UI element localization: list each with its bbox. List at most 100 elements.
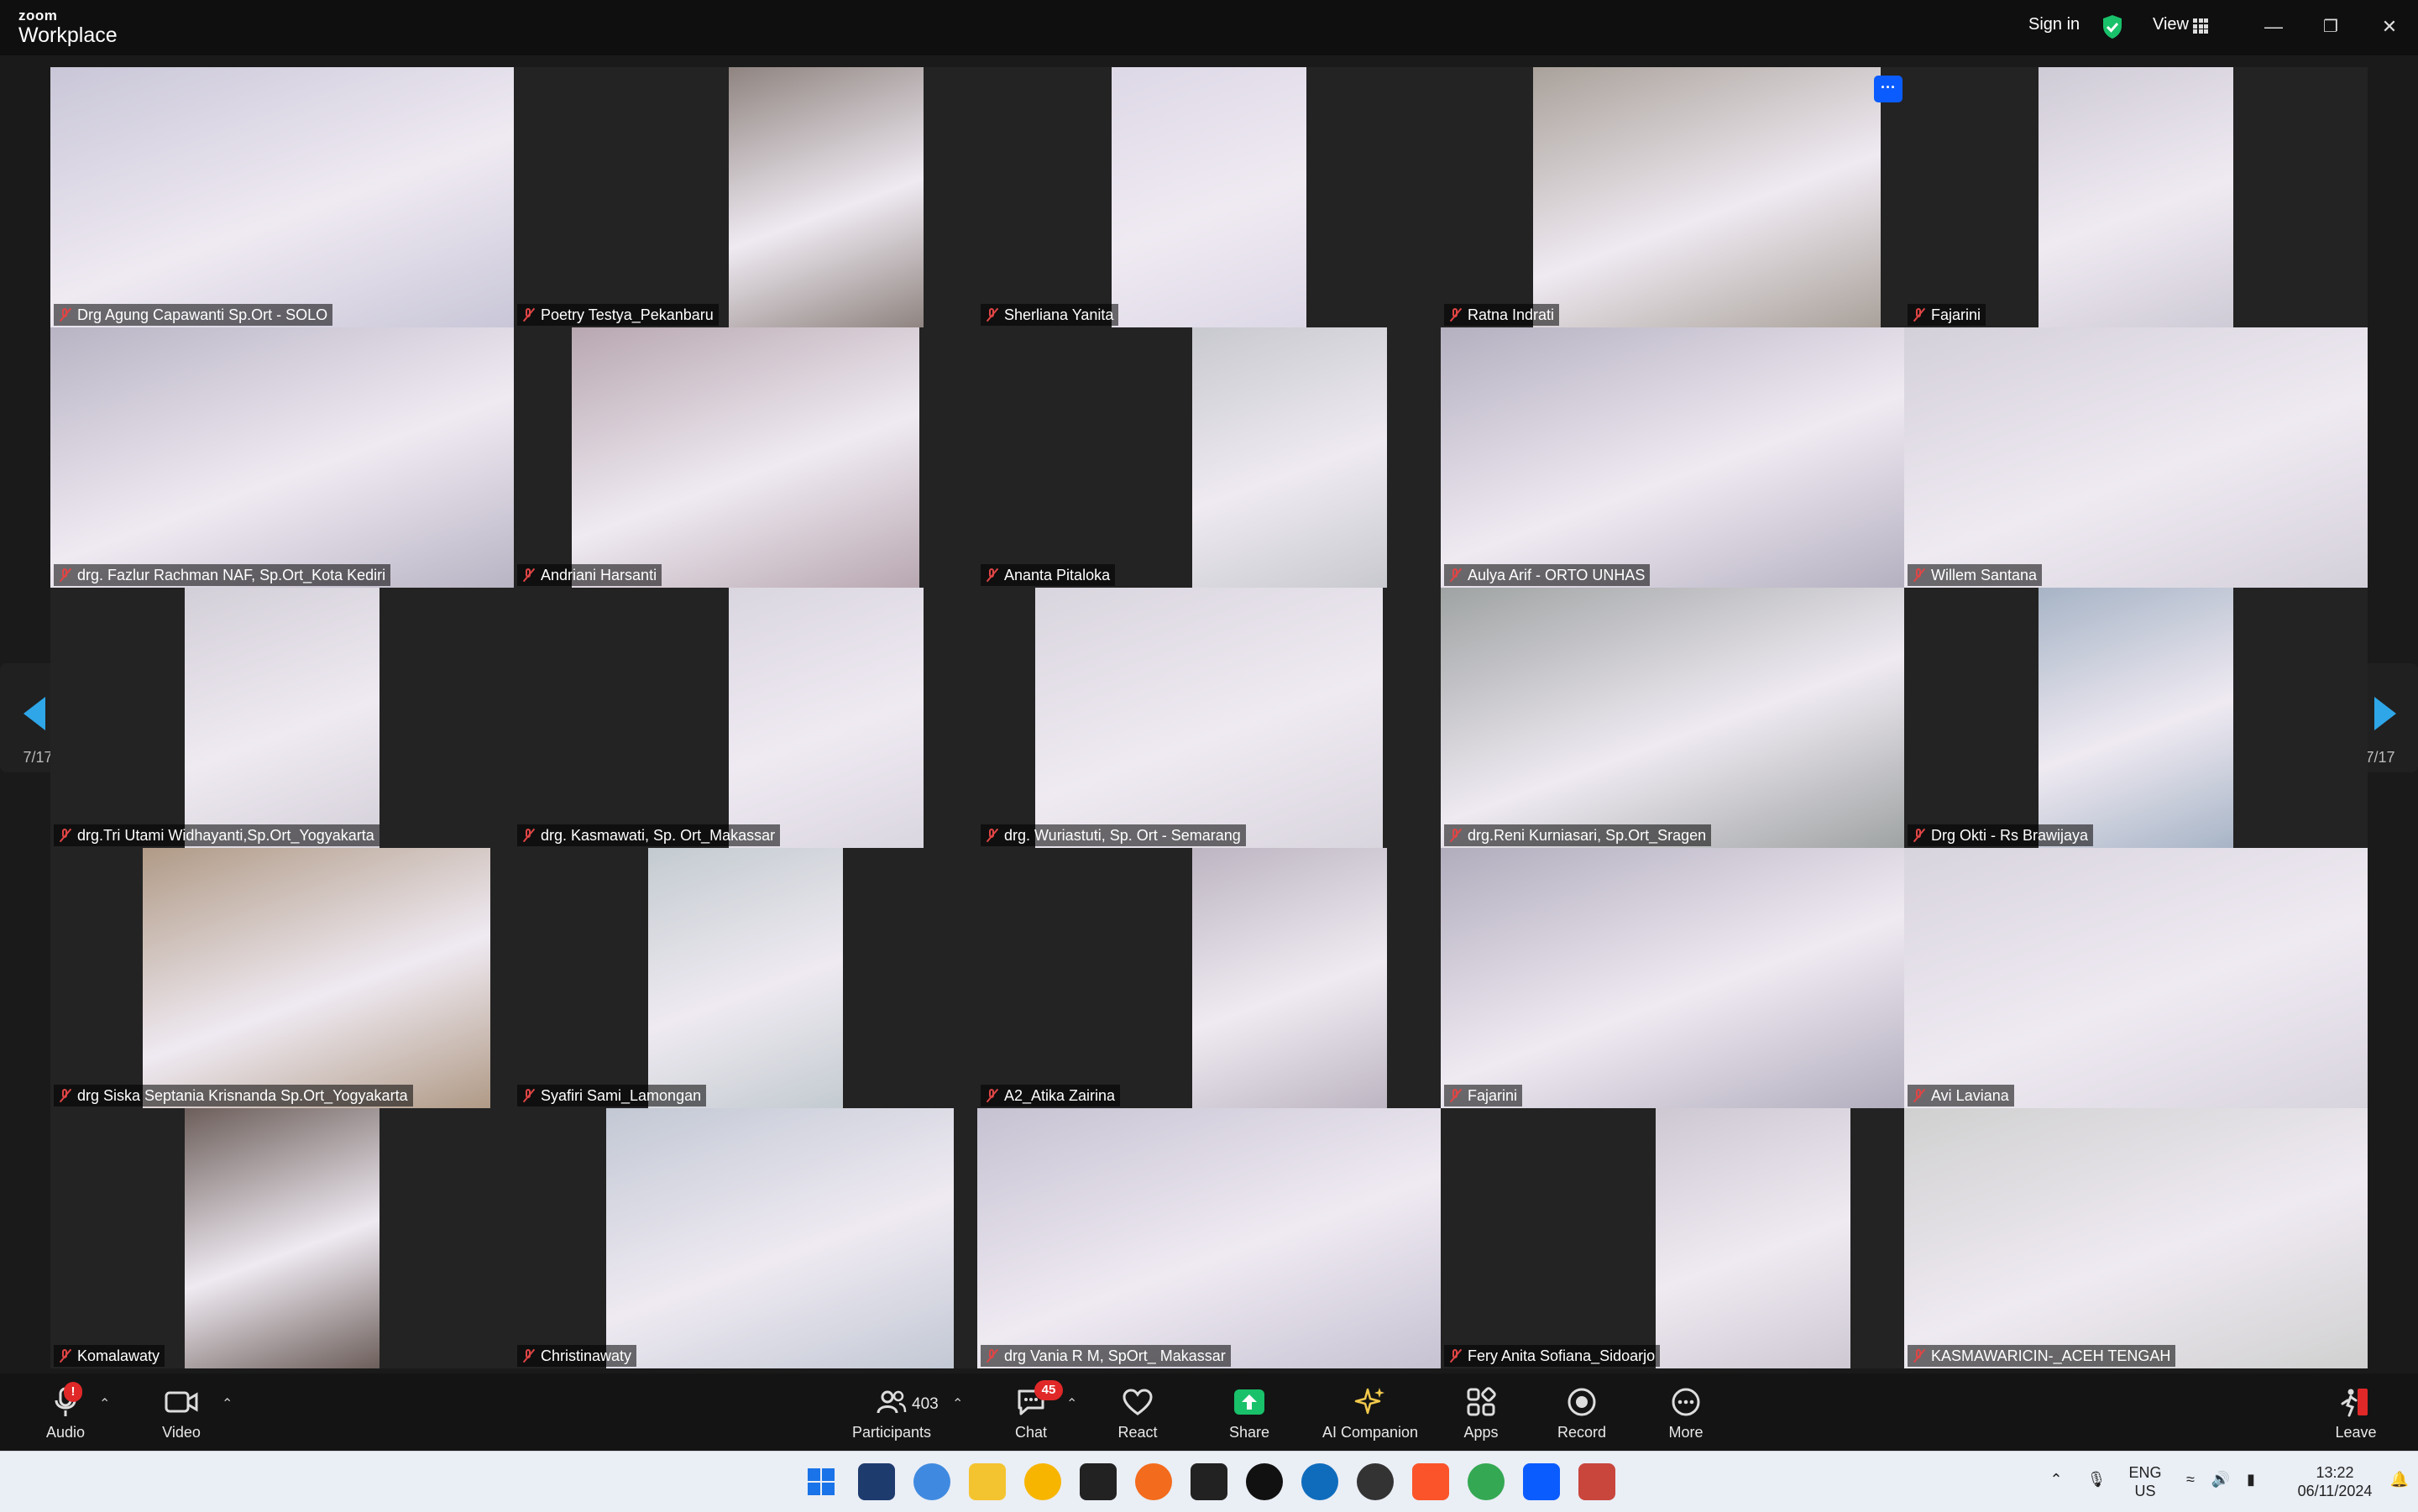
participant-name: Christinawaty bbox=[541, 1347, 632, 1364]
more-button[interactable]: More bbox=[1627, 1385, 1745, 1441]
participant-tile[interactable]: Sherliana Yanita bbox=[977, 67, 1441, 327]
participant-tile[interactable]: A2_Atika Zairina bbox=[977, 848, 1441, 1108]
chrome-icon[interactable] bbox=[1468, 1463, 1505, 1500]
record-button[interactable]: Record bbox=[1523, 1385, 1641, 1441]
participant-tile[interactable]: drg.Tri Utami Widhayanti,Sp.Ort_Yogyakar… bbox=[50, 588, 514, 848]
participant-video bbox=[1441, 327, 1904, 588]
participant-tile[interactable]: Ratna Indrati bbox=[1441, 67, 1904, 327]
participant-tile[interactable]: Drg Okti - Rs Brawijaya bbox=[1904, 588, 2368, 848]
participant-tile[interactable]: Avi Laviana bbox=[1904, 848, 2368, 1108]
share-screen-button[interactable]: Share bbox=[1191, 1385, 1308, 1441]
meeting-toolbar: Audio ! ⌃ Video ⌃ Participants 403 ⌃ Cha… bbox=[0, 1373, 2418, 1451]
participant-tile[interactable]: Komalawaty bbox=[50, 1108, 514, 1368]
clock[interactable]: 13:22 06/11/2024 bbox=[2289, 1463, 2381, 1500]
chat-unread-badge: 45 bbox=[1034, 1380, 1063, 1400]
drive-app-icon[interactable] bbox=[1024, 1463, 1061, 1500]
onedrive-icon[interactable] bbox=[1301, 1463, 1338, 1500]
shield-icon[interactable] bbox=[2101, 14, 2123, 39]
muted-mic-icon bbox=[521, 1348, 536, 1363]
more-label: More bbox=[1668, 1424, 1704, 1441]
capcut-second-icon[interactable] bbox=[1191, 1463, 1227, 1500]
minimize-icon[interactable]: — bbox=[2257, 12, 2290, 42]
apps-button[interactable]: Apps bbox=[1422, 1385, 1540, 1441]
participant-name: Andriani Harsanti bbox=[541, 567, 657, 583]
tiktok-icon[interactable] bbox=[1246, 1463, 1283, 1500]
chatgpt-icon[interactable] bbox=[1357, 1463, 1394, 1500]
keyboard-region: US bbox=[2134, 1483, 2156, 1499]
language-indicator[interactable]: ENG US bbox=[2124, 1463, 2166, 1500]
capcut-app-icon[interactable] bbox=[1080, 1463, 1117, 1500]
video-button[interactable]: Video bbox=[123, 1385, 240, 1441]
canva-app-icon[interactable] bbox=[913, 1463, 950, 1500]
participant-video bbox=[50, 67, 514, 327]
brave-icon[interactable] bbox=[1412, 1463, 1449, 1500]
firefox-icon[interactable] bbox=[1135, 1463, 1172, 1500]
grid-view-icon[interactable] bbox=[2193, 18, 2208, 34]
participant-tile[interactable]: drg. Wuriastuti, Sp. Ort - Semarang bbox=[977, 588, 1441, 848]
muted-mic-icon bbox=[984, 828, 999, 843]
participant-tile[interactable]: Drg Agung Capawanti Sp.Ort - SOLO bbox=[50, 67, 514, 327]
participant-video bbox=[1904, 1108, 2368, 1368]
file-explorer-icon[interactable] bbox=[969, 1463, 1006, 1500]
tray-expand-chevron-icon[interactable]: ⌃ bbox=[2045, 1470, 2067, 1488]
participant-tile[interactable]: Fajarini bbox=[1904, 67, 2368, 327]
participant-tile[interactable]: Syafiri Sami_Lamongan bbox=[514, 848, 977, 1108]
zoom-app-icon[interactable] bbox=[1523, 1463, 1560, 1500]
participant-tile[interactable]: KASMAWARICIN-_ACEH TENGAH bbox=[1904, 1108, 2368, 1368]
participant-name-tag: Syafiri Sami_Lamongan bbox=[517, 1085, 707, 1107]
close-icon[interactable]: ✕ bbox=[2373, 12, 2406, 42]
record-label: Record bbox=[1557, 1424, 1607, 1441]
participant-name: drg Vania R M, SpOrt_ Makassar bbox=[1004, 1347, 1226, 1364]
volume-icon[interactable]: 🔊 bbox=[2210, 1470, 2232, 1488]
participant-tile[interactable]: Poetry Testya_Pekanbaru bbox=[514, 67, 977, 327]
windows-start-icon[interactable] bbox=[803, 1463, 840, 1500]
participant-name: Sherliana Yanita bbox=[1004, 306, 1114, 323]
participant-name: Aulya Arif - ORTO UNHAS bbox=[1468, 567, 1646, 583]
leave-button[interactable]: Leave bbox=[2297, 1385, 2415, 1441]
arrow-right-icon bbox=[2374, 697, 2396, 730]
sign-in-link[interactable]: Sign in bbox=[2028, 15, 2080, 34]
title-bar: zoom Workplace Sign in View — ❐ ✕ bbox=[0, 0, 2418, 55]
participant-tile[interactable]: Christinawaty bbox=[514, 1108, 977, 1368]
battery-icon[interactable]: ▮ bbox=[2240, 1470, 2262, 1488]
chat-button[interactable]: Chat bbox=[972, 1385, 1090, 1441]
participant-tile[interactable]: drg.Reni Kurniasari, Sp.Ort_Sragen bbox=[1441, 588, 1904, 848]
wifi-icon[interactable]: ≈ bbox=[2180, 1470, 2201, 1488]
participant-tile[interactable]: drg. Kasmawati, Sp. Ort_Makassar bbox=[514, 588, 977, 848]
participant-name: Drg Okti - Rs Brawijaya bbox=[1931, 827, 2089, 844]
participant-video bbox=[185, 1108, 379, 1368]
participant-video bbox=[2039, 588, 2233, 848]
participant-tile[interactable]: Ananta Pitaloka bbox=[977, 327, 1441, 588]
tile-options-button[interactable]: ··· bbox=[1874, 76, 1902, 102]
video-label: Video bbox=[162, 1424, 201, 1441]
react-button[interactable]: React bbox=[1079, 1385, 1196, 1441]
participant-name-tag: Andriani Harsanti bbox=[517, 564, 662, 586]
participant-tile[interactable]: Aulya Arif - ORTO UNHAS bbox=[1441, 327, 1904, 588]
participant-name: drg. Wuriastuti, Sp. Ort - Semarang bbox=[1004, 827, 1241, 844]
participant-tile[interactable]: Willem Santana bbox=[1904, 327, 2368, 588]
participant-video bbox=[1904, 327, 2368, 588]
ai-companion-button[interactable]: AI Companion bbox=[1311, 1385, 1429, 1441]
video-options-chevron-icon[interactable]: ⌃ bbox=[222, 1395, 233, 1412]
participant-tile[interactable]: Andriani Harsanti bbox=[514, 327, 977, 588]
participant-tile[interactable]: drg. Fazlur Rachman NAF, Sp.Ort_Kota Ked… bbox=[50, 327, 514, 588]
restore-icon[interactable]: ❐ bbox=[2314, 12, 2347, 42]
tray-mic-icon[interactable]: 🎙 bbox=[2086, 1470, 2107, 1488]
muted-mic-icon bbox=[521, 307, 536, 322]
screen-recorder-icon[interactable] bbox=[1578, 1463, 1615, 1500]
leave-label: Leave bbox=[2335, 1424, 2377, 1441]
participant-tile[interactable]: drg Vania R M, SpOrt_ Makassar bbox=[977, 1108, 1441, 1368]
audio-options-chevron-icon[interactable]: ⌃ bbox=[99, 1395, 110, 1412]
view-menu-button[interactable]: View bbox=[2153, 15, 2189, 34]
widgets-app-icon[interactable] bbox=[858, 1463, 895, 1500]
notification-bell-icon[interactable]: 🔔 bbox=[2389, 1470, 2410, 1488]
chat-chevron-icon[interactable]: ⌃ bbox=[1066, 1395, 1077, 1412]
participant-tile[interactable]: drg Siska Septania Krisnanda Sp.Ort_Yogy… bbox=[50, 848, 514, 1108]
participant-tile[interactable]: Fajarini bbox=[1441, 848, 1904, 1108]
participant-name-tag: drg. Wuriastuti, Sp. Ort - Semarang bbox=[981, 824, 1246, 846]
participant-tile[interactable]: Fery Anita Sofiana_Sidoarjo bbox=[1441, 1108, 1904, 1368]
participant-name-tag: Fajarini bbox=[1908, 304, 1986, 326]
participant-video bbox=[729, 67, 924, 327]
participants-chevron-icon[interactable]: ⌃ bbox=[952, 1395, 963, 1412]
muted-mic-icon bbox=[57, 568, 72, 583]
